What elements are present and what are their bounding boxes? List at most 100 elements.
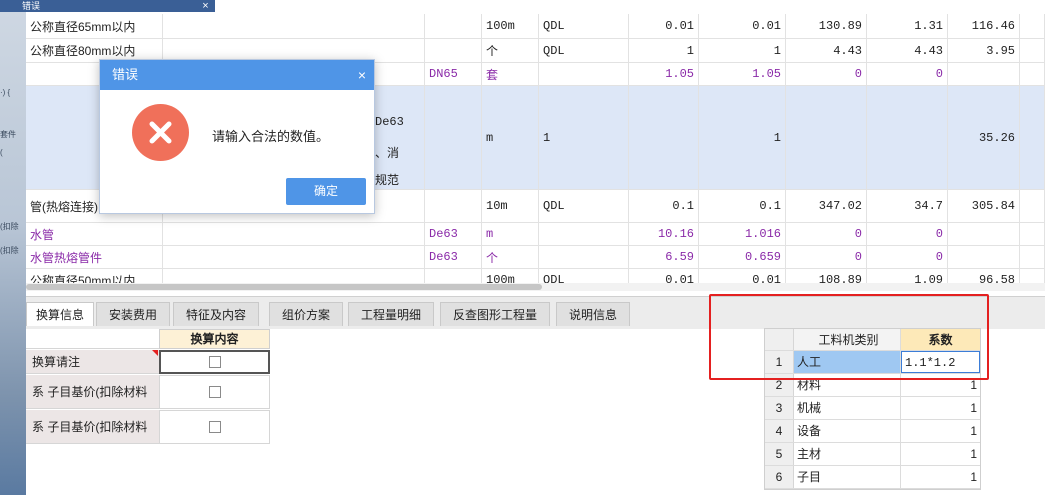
- grid-cell-qty1[interactable]: 1.05: [629, 63, 699, 85]
- grid-cell-qty2[interactable]: 1: [699, 39, 786, 62]
- conversion-checkbox[interactable]: [208, 386, 221, 398]
- ok-button[interactable]: 确定: [286, 178, 366, 205]
- grid-cell-p1[interactable]: 0: [786, 63, 867, 85]
- grid-cell-blank[interactable]: [163, 246, 425, 268]
- grid-cell-tail[interactable]: [1020, 63, 1045, 85]
- tab-pricing-plan[interactable]: 组价方案: [269, 302, 343, 326]
- grid-cell-spec[interactable]: DN65: [425, 63, 482, 85]
- grid-cell-name[interactable]: 水管热熔管件: [26, 246, 163, 268]
- grid-cell-p3[interactable]: 35.26: [948, 86, 1020, 189]
- grid-cell-unit[interactable]: m: [482, 223, 539, 245]
- grid-cell-qty2[interactable]: 0.01: [699, 14, 786, 38]
- grid-cell-spec[interactable]: [425, 14, 482, 38]
- grid-cell-unit[interactable]: 个: [482, 39, 539, 62]
- grid-cell-qty2[interactable]: 0.1: [699, 190, 786, 222]
- grid-cell-spec[interactable]: [425, 86, 482, 189]
- grid-cell-tail[interactable]: [1020, 86, 1045, 189]
- grid-cell-qty1[interactable]: 1: [629, 39, 699, 62]
- tab-install-fee[interactable]: 安装费用: [96, 302, 170, 326]
- grid-cell-qty2[interactable]: 1.05: [699, 63, 786, 85]
- tab-reverse-lookup[interactable]: 反查图形工程量: [440, 302, 550, 326]
- grid-cell-qty1[interactable]: 6.59: [629, 246, 699, 268]
- grid-cell-p2[interactable]: 0: [867, 223, 948, 245]
- grid-cell-qty1[interactable]: 10.16: [629, 223, 699, 245]
- grid-cell-tail[interactable]: [1020, 223, 1045, 245]
- grid-row[interactable]: 水管热熔管件 De63 个 6.59 0.659 0 0: [26, 246, 1045, 269]
- grid-cell-unit[interactable]: 套: [482, 63, 539, 85]
- coefficient-type[interactable]: 机械: [794, 397, 901, 419]
- grid-cell-p3[interactable]: [948, 63, 1020, 85]
- tab-description[interactable]: 说明信息: [556, 302, 630, 326]
- grid-cell-formula[interactable]: [539, 223, 629, 245]
- grid-cell-tail[interactable]: [1020, 39, 1045, 62]
- grid-cell-p2[interactable]: 34.7: [867, 190, 948, 222]
- background-close-icon[interactable]: ×: [196, 0, 215, 12]
- coefficient-value[interactable]: 1: [901, 466, 980, 488]
- grid-cell-name[interactable]: 水管: [26, 223, 163, 245]
- coefficient-row[interactable]: 6 子目 1: [765, 466, 980, 489]
- grid-cell-formula[interactable]: [539, 246, 629, 268]
- grid-cell-p1[interactable]: 4.43: [786, 39, 867, 62]
- grid-row[interactable]: 水管 De63 m 10.16 1.016 0 0: [26, 223, 1045, 246]
- grid-cell-qty2[interactable]: 1.016: [699, 223, 786, 245]
- grid-cell-qty1[interactable]: 0.1: [629, 190, 699, 222]
- dialog-close-icon[interactable]: ×: [358, 60, 366, 90]
- grid-cell-p2[interactable]: 0: [867, 63, 948, 85]
- grid-cell-spec[interactable]: [425, 39, 482, 62]
- conversion-checkbox-cell[interactable]: [159, 375, 270, 409]
- conversion-checkbox-cell[interactable]: [159, 350, 270, 374]
- coefficient-row[interactable]: 5 主材 1: [765, 443, 980, 466]
- coefficient-value[interactable]: 1: [901, 397, 980, 419]
- grid-cell-spec[interactable]: De63: [425, 246, 482, 268]
- grid-cell-blank[interactable]: [163, 14, 425, 38]
- grid-cell-unit[interactable]: 个: [482, 246, 539, 268]
- grid-cell-spec[interactable]: De63: [425, 223, 482, 245]
- grid-cell-spec[interactable]: [425, 190, 482, 222]
- coefficient-value[interactable]: 1: [901, 443, 980, 465]
- grid-cell-p3[interactable]: 305.84: [948, 190, 1020, 222]
- grid-cell-p1[interactable]: 130.89: [786, 14, 867, 38]
- conversion-checkbox[interactable]: [208, 356, 221, 368]
- coefficient-type[interactable]: 子目: [794, 466, 901, 488]
- grid-cell-qty1[interactable]: [629, 86, 699, 189]
- tab-quantity-detail[interactable]: 工程量明细: [348, 302, 434, 326]
- grid-cell-p1[interactable]: 347.02: [786, 190, 867, 222]
- grid-cell-unit[interactable]: m: [482, 86, 539, 189]
- grid-cell-qty2[interactable]: 0.659: [699, 246, 786, 268]
- tab-features[interactable]: 特征及内容: [173, 302, 259, 326]
- grid-cell-p3[interactable]: 116.46: [948, 14, 1020, 38]
- conversion-checkbox[interactable]: [208, 421, 221, 433]
- grid-cell-blank[interactable]: [163, 223, 425, 245]
- grid-cell-p2[interactable]: 4.43: [867, 39, 948, 62]
- coefficient-value[interactable]: 1: [901, 420, 980, 442]
- grid-cell-tail[interactable]: [1020, 190, 1045, 222]
- conversion-checkbox-cell[interactable]: [159, 410, 270, 444]
- coefficient-type[interactable]: 设备: [794, 420, 901, 442]
- horizontal-scrollbar[interactable]: [26, 283, 1045, 291]
- grid-cell-tail[interactable]: [1020, 14, 1045, 38]
- grid-cell-formula[interactable]: [539, 63, 629, 85]
- grid-cell-p3[interactable]: [948, 246, 1020, 268]
- grid-cell-formula[interactable]: 1: [539, 86, 629, 189]
- grid-cell-formula[interactable]: QDL: [539, 39, 629, 62]
- grid-cell-tail[interactable]: [1020, 246, 1045, 268]
- grid-cell-p2[interactable]: [867, 86, 948, 189]
- grid-cell-p1[interactable]: 0: [786, 223, 867, 245]
- grid-cell-unit[interactable]: 100m: [482, 14, 539, 38]
- grid-cell-p1[interactable]: [786, 86, 867, 189]
- tab-conversion-info[interactable]: 换算信息: [26, 302, 94, 326]
- grid-cell-p2[interactable]: 0: [867, 246, 948, 268]
- grid-cell-unit[interactable]: 10m: [482, 190, 539, 222]
- coefficient-type[interactable]: 主材: [794, 443, 901, 465]
- coefficient-row[interactable]: 3 机械 1: [765, 397, 980, 420]
- grid-cell-name[interactable]: 公称直径65mm以内: [26, 14, 163, 38]
- grid-cell-p1[interactable]: 0: [786, 246, 867, 268]
- grid-cell-qty1[interactable]: 0.01: [629, 14, 699, 38]
- coefficient-row[interactable]: 4 设备 1: [765, 420, 980, 443]
- grid-cell-qty2[interactable]: 1: [699, 86, 786, 189]
- grid-cell-p3[interactable]: [948, 223, 1020, 245]
- grid-row[interactable]: 公称直径65mm以内 100m QDL 0.01 0.01 130.89 1.31 116.4…: [26, 14, 1045, 39]
- grid-cell-formula[interactable]: QDL: [539, 190, 629, 222]
- grid-cell-p3[interactable]: 3.95: [948, 39, 1020, 62]
- scrollbar-thumb[interactable]: [26, 284, 542, 290]
